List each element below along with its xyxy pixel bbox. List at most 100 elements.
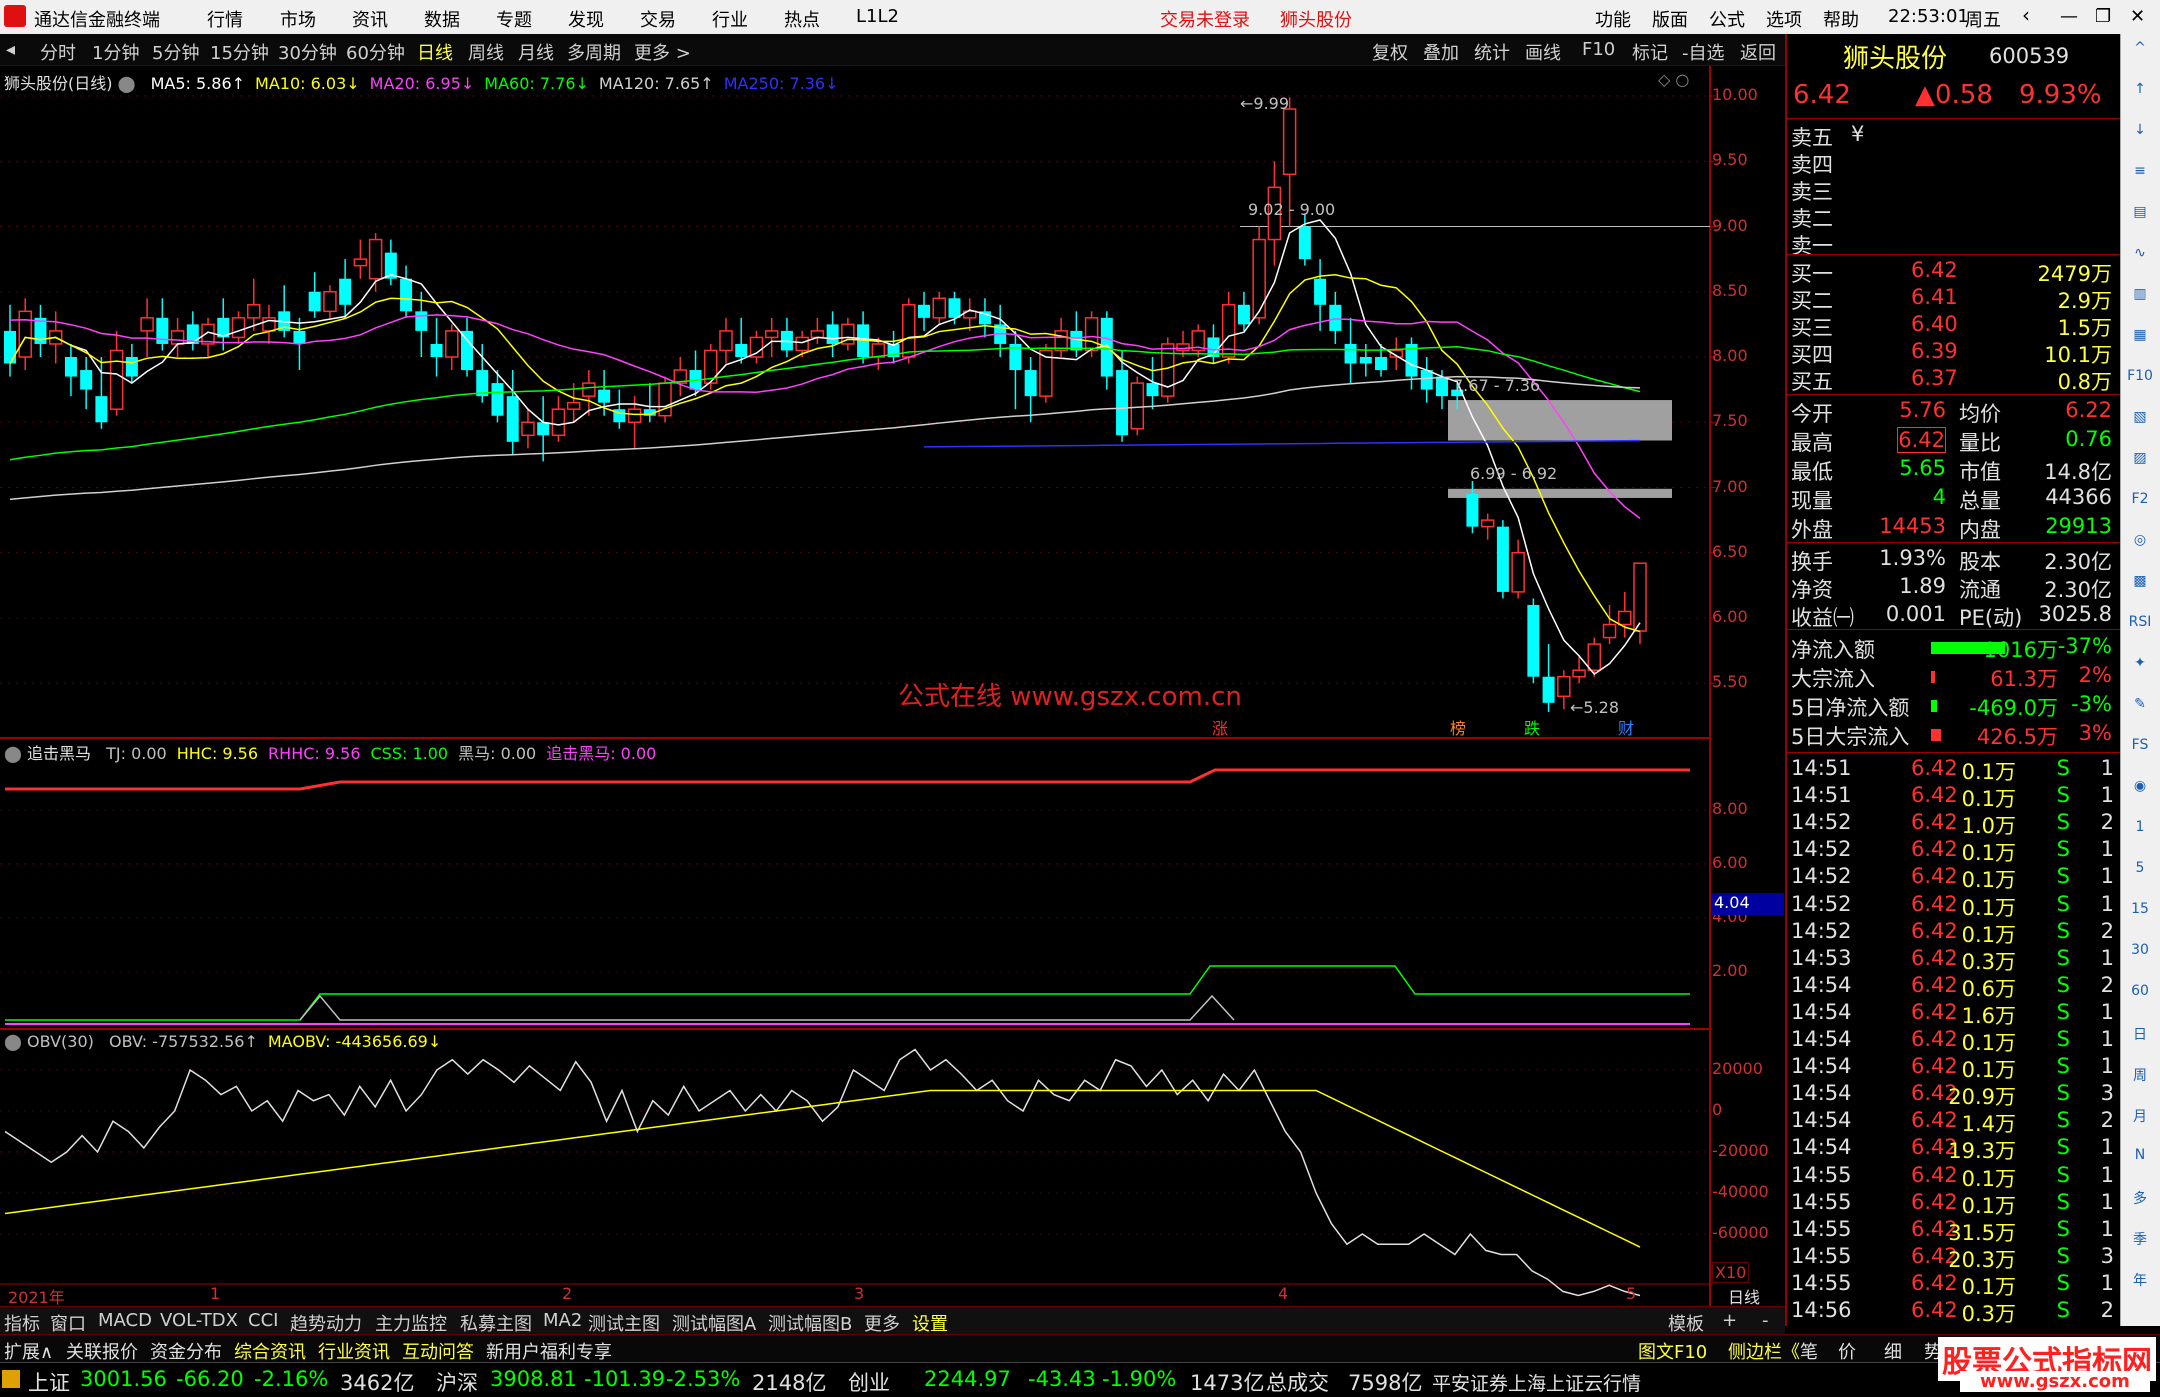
zoom-out-button[interactable]: -: [1762, 1310, 1769, 1331]
side-icon-20[interactable]: 5: [2127, 860, 2153, 886]
ext-xi[interactable]: 细: [1884, 1338, 1902, 1364]
index-cy-name[interactable]: 创业: [848, 1367, 890, 1397]
menu-jiaoyi[interactable]: 交易: [640, 6, 676, 32]
period-weekly[interactable]: 周线: [468, 39, 504, 65]
ext-bi[interactable]: 笔: [1800, 1338, 1818, 1364]
indicator1-title[interactable]: 追击黑马: [27, 744, 91, 763]
tool-tongji[interactable]: 统计: [1474, 39, 1510, 65]
side-icon-19[interactable]: 1: [2127, 819, 2153, 845]
side-icon-9[interactable]: ▧: [2127, 409, 2153, 435]
kline-chart-area[interactable]: [0, 66, 1785, 1306]
side-icon-26[interactable]: 月: [2127, 1106, 2153, 1132]
side-icon-14[interactable]: RSI: [2127, 614, 2153, 640]
period-more[interactable]: 更多 >: [634, 39, 691, 65]
settings-circle-icon[interactable]: ⬤: [4, 1032, 22, 1051]
side-icon-28[interactable]: 多: [2127, 1188, 2153, 1214]
back-icon[interactable]: ‹: [2022, 3, 2030, 27]
side-icon-18[interactable]: ◉: [2127, 778, 2153, 804]
tab-zhuli[interactable]: 主力监控: [375, 1310, 447, 1336]
side-icon-27[interactable]: N: [2127, 1147, 2153, 1173]
period-5min[interactable]: 5分钟: [152, 39, 199, 65]
marker-bang[interactable]: 榜: [1450, 715, 1466, 739]
login-status[interactable]: 交易未登录: [1160, 6, 1250, 32]
tab-ceshizhu[interactable]: 测试主图: [588, 1310, 660, 1336]
tab-ceshifua[interactable]: 测试幅图A: [672, 1310, 756, 1336]
ext-hangye[interactable]: 行业资讯: [318, 1338, 390, 1364]
indicator2-title[interactable]: OBV(30): [27, 1032, 94, 1051]
side-icon-23[interactable]: 60: [2127, 983, 2153, 1009]
menu-shichang[interactable]: 市场: [280, 6, 316, 32]
side-icon-0[interactable]: ^: [2127, 40, 2153, 66]
period-30min[interactable]: 30分钟: [278, 39, 337, 65]
tab-ma2[interactable]: MA2: [543, 1310, 582, 1331]
chart-corner-icons[interactable]: ◇ ○: [1658, 70, 1689, 89]
tool-fuquan[interactable]: 复权: [1372, 39, 1408, 65]
side-icon-24[interactable]: 日: [2127, 1024, 2153, 1050]
tab-qushi[interactable]: 趋势动力: [290, 1310, 362, 1336]
tool-diejia[interactable]: 叠加: [1423, 39, 1459, 65]
menu-gongshi[interactable]: 公式: [1709, 6, 1745, 32]
index-sh-name[interactable]: 上证: [28, 1367, 70, 1397]
side-icon-7[interactable]: ▦: [2127, 327, 2153, 353]
side-icon-17[interactable]: FS: [2127, 737, 2153, 763]
menu-zixun[interactable]: 资讯: [352, 6, 388, 32]
ext-sidebar[interactable]: 侧边栏《: [1728, 1338, 1800, 1364]
menu-hangye[interactable]: 行业: [712, 6, 748, 32]
menu-xuanxiang[interactable]: 选项: [1766, 6, 1802, 32]
tool-fanhui[interactable]: 返回: [1740, 39, 1776, 65]
menu-faxian[interactable]: 发现: [568, 6, 604, 32]
side-icon-13[interactable]: ▩: [2127, 573, 2153, 599]
side-icon-29[interactable]: 季: [2127, 1229, 2153, 1255]
status-icon[interactable]: [2, 1370, 20, 1388]
maximize-icon[interactable]: ❐: [2095, 6, 2111, 27]
ext-xinyonghu[interactable]: 新用户福利专享: [486, 1338, 612, 1364]
close-icon[interactable]: ✕: [2130, 6, 2145, 27]
settings-circle-icon[interactable]: ⬤: [4, 744, 22, 763]
tab-vol[interactable]: VOL-TDX: [160, 1310, 238, 1331]
tab-zhibiao[interactable]: 指标: [4, 1310, 40, 1336]
side-icon-11[interactable]: F2: [2127, 491, 2153, 517]
side-icon-5[interactable]: ∿: [2127, 245, 2153, 271]
tab-ceshifub[interactable]: 测试幅图B: [768, 1310, 852, 1336]
tab-settings[interactable]: 设置: [912, 1310, 948, 1336]
zoom-in-button[interactable]: +: [1722, 1310, 1737, 1331]
side-icon-16[interactable]: ✎: [2127, 696, 2153, 722]
tab-chuangkou[interactable]: 窗口: [50, 1310, 86, 1336]
period-60min[interactable]: 60分钟: [346, 39, 405, 65]
side-icon-21[interactable]: 15: [2127, 901, 2153, 927]
menu-zhuanti[interactable]: 专题: [496, 6, 532, 32]
index-hs-name[interactable]: 沪深: [436, 1367, 478, 1397]
marker-die[interactable]: 跌: [1524, 715, 1540, 739]
tool-f10[interactable]: F10: [1582, 39, 1615, 60]
period-multi[interactable]: 多周期: [567, 39, 621, 65]
tab-macd[interactable]: MACD: [98, 1310, 152, 1331]
menu-hangqing[interactable]: 行情: [207, 6, 243, 32]
side-icon-22[interactable]: 30: [2127, 942, 2153, 968]
ext-expand[interactable]: 扩展∧: [4, 1338, 53, 1364]
side-icon-30[interactable]: 年: [2127, 1270, 2153, 1296]
left-arrow-icon[interactable]: ◂: [6, 39, 15, 60]
tool-biaoji[interactable]: 标记: [1632, 39, 1668, 65]
side-icon-3[interactable]: ≡: [2127, 163, 2153, 189]
side-icon-10[interactable]: ▨: [2127, 450, 2153, 476]
marker-cai[interactable]: 财: [1618, 715, 1634, 739]
side-icon-25[interactable]: 周: [2127, 1065, 2153, 1091]
menu-bangzhu[interactable]: 帮助: [1823, 6, 1859, 32]
tool-zixuan[interactable]: -自选: [1682, 39, 1725, 65]
settings-circle-icon[interactable]: ⬤: [118, 74, 136, 93]
side-icon-8[interactable]: F10: [2127, 368, 2153, 394]
template-button[interactable]: 模板: [1668, 1310, 1704, 1336]
menu-redian[interactable]: 热点: [784, 6, 820, 32]
period-fenshi[interactable]: 分时: [40, 39, 76, 65]
ext-zijin[interactable]: 资金分布: [150, 1338, 222, 1364]
ext-jia[interactable]: 价: [1838, 1338, 1856, 1364]
period-daily[interactable]: 日线: [417, 39, 453, 65]
side-icon-4[interactable]: ▤: [2127, 204, 2153, 230]
tool-huaxian[interactable]: 画线: [1525, 39, 1561, 65]
tab-cci[interactable]: CCI: [248, 1310, 278, 1331]
side-icon-1[interactable]: ↑: [2127, 81, 2153, 107]
ext-guanlian[interactable]: 关联报价: [66, 1338, 138, 1364]
period-15min[interactable]: 15分钟: [210, 39, 269, 65]
menu-shuju[interactable]: 数据: [424, 6, 460, 32]
side-icon-6[interactable]: ▥: [2127, 286, 2153, 312]
